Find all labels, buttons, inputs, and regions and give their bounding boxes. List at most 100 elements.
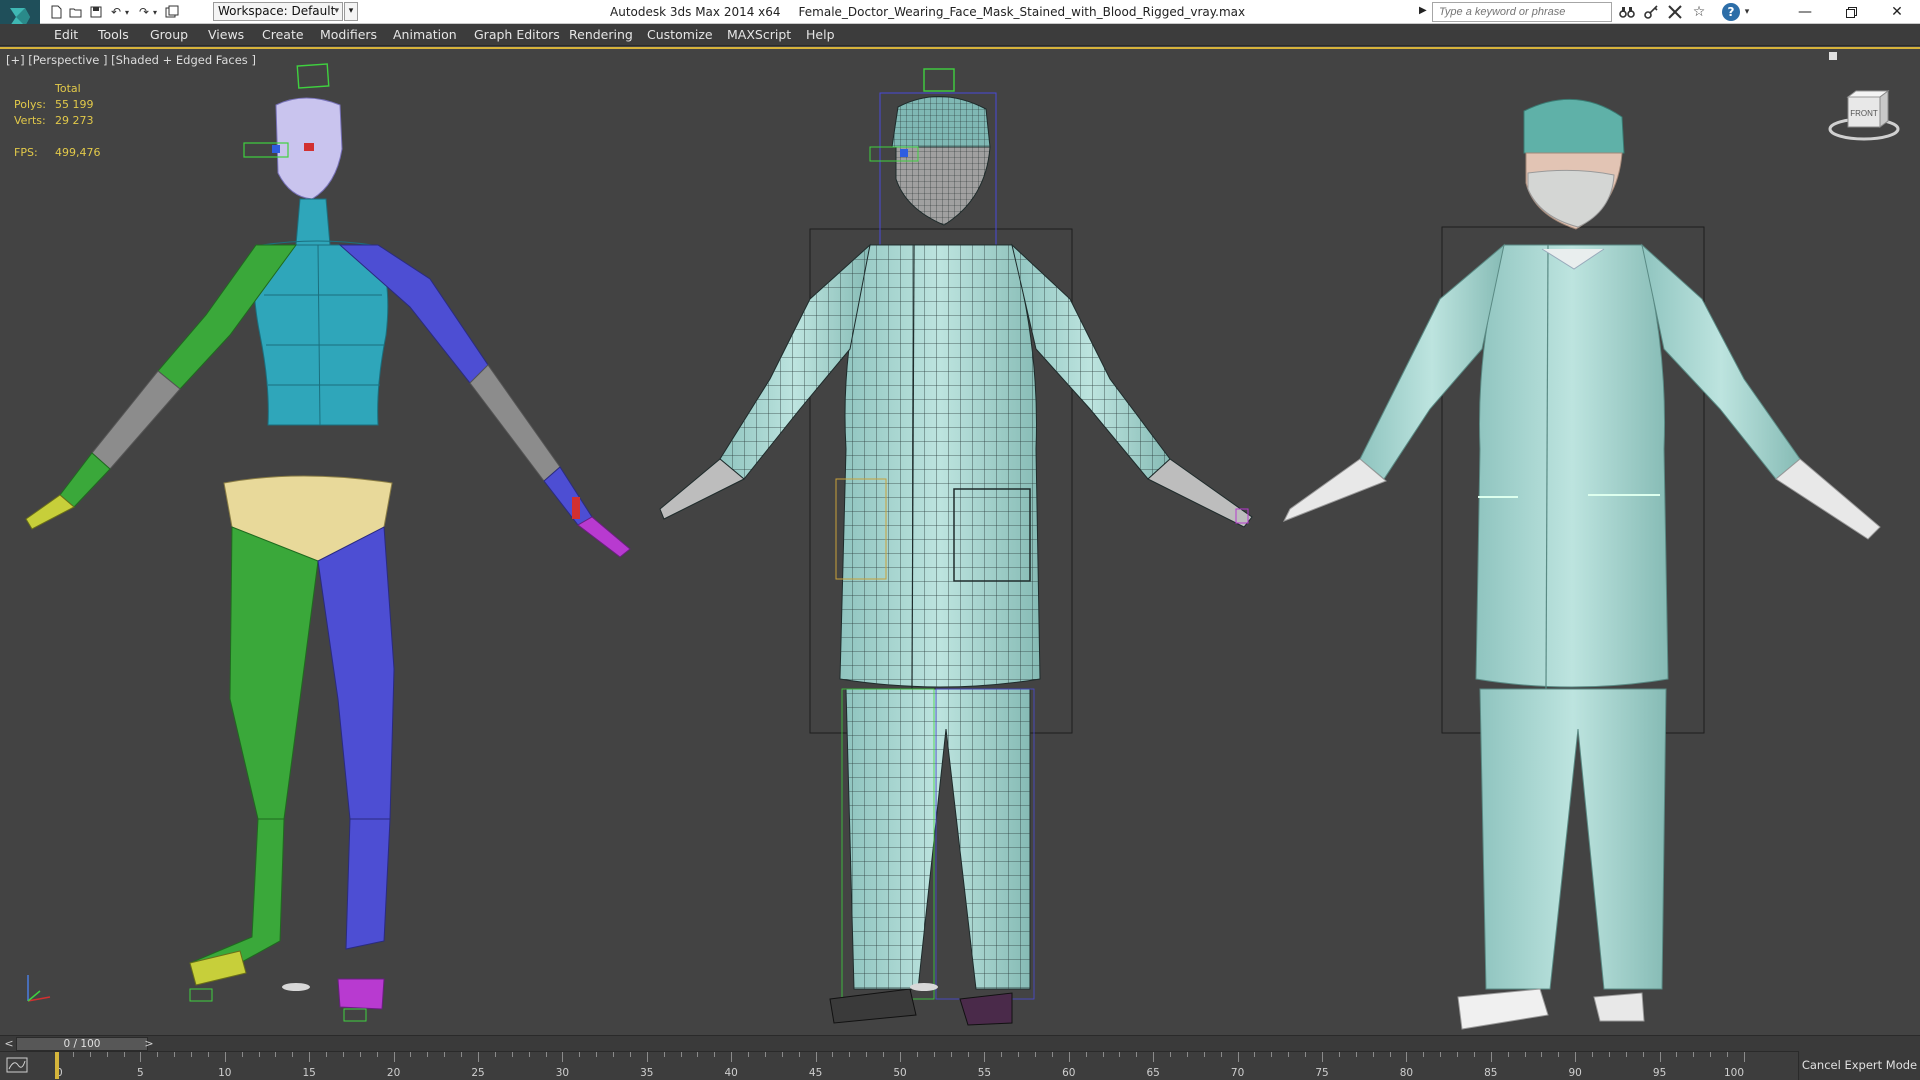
time-slider[interactable]: 0 / 100: [16, 1037, 148, 1051]
help-icon[interactable]: ?: [1722, 3, 1740, 21]
menu-tools[interactable]: Tools: [98, 24, 129, 46]
frame-tick: [410, 1052, 412, 1057]
workspace-dropdown[interactable]: Workspace: Default ▾: [213, 2, 343, 21]
frame-tick: [1035, 1052, 1037, 1057]
project-folder-icon[interactable]: [162, 3, 182, 21]
workspace-label: Workspace: Default: [218, 4, 336, 18]
frame-tick: [1541, 1052, 1543, 1057]
menu-maxscript[interactable]: MAXScript: [727, 24, 791, 46]
menu-create[interactable]: Create: [262, 24, 304, 46]
redo-dropdown-icon[interactable]: ▾: [150, 3, 160, 21]
axis-tripod-icon: [27, 975, 51, 1002]
frame-tick: [1676, 1052, 1678, 1057]
time-prev-icon[interactable]: <: [2, 1036, 16, 1052]
key-icon[interactable]: [1640, 2, 1662, 22]
frame-tick: [579, 1052, 581, 1057]
frame-tick-label: 65: [1146, 1067, 1160, 1079]
frame-tick: [528, 1052, 530, 1057]
search-expand-icon[interactable]: ▶: [1419, 5, 1427, 16]
frame-tick: [494, 1052, 496, 1057]
menu-modifiers[interactable]: Modifiers: [320, 24, 377, 46]
current-frame-marker[interactable]: [55, 1052, 59, 1079]
frame-tick: [781, 1052, 783, 1057]
menu-rendering[interactable]: Rendering: [569, 24, 633, 46]
frame-tick: [731, 1052, 733, 1062]
frame-tick: [1102, 1052, 1104, 1057]
frame-tick: [511, 1052, 513, 1057]
frame-tick: [697, 1052, 699, 1057]
workspace-menu-button[interactable]: ▾: [344, 2, 358, 21]
frame-tick: [916, 1052, 918, 1057]
frame-tick: [748, 1052, 750, 1057]
scene-canvas[interactable]: [0, 49, 1920, 1035]
menu-views[interactable]: Views: [208, 24, 244, 46]
frame-tick: [967, 1052, 969, 1057]
frame-tick: [680, 1052, 682, 1057]
frame-tick: [613, 1052, 615, 1057]
frame-tick: [1001, 1052, 1003, 1057]
frame-tick: [1203, 1052, 1205, 1057]
wireframe-doctor-model[interactable]: [659, 68, 1253, 1026]
frame-tick-label: 20: [386, 1067, 401, 1079]
frame-tick: [1423, 1052, 1425, 1057]
frame-tick: [1288, 1052, 1290, 1057]
frame-tick-label: 35: [640, 1067, 654, 1079]
frame-tick: [427, 1052, 429, 1057]
menu-edit[interactable]: Edit: [54, 24, 78, 46]
cancel-expert-mode-button[interactable]: Cancel Expert Mode: [1798, 1051, 1920, 1080]
menu-graph-editors[interactable]: Graph Editors: [474, 24, 560, 46]
undo-dropdown-icon[interactable]: ▾: [122, 3, 132, 21]
frame-tick-label: 80: [1399, 1067, 1414, 1079]
menu-customize[interactable]: Customize: [647, 24, 713, 46]
frame-ruler[interactable]: 0 5 10 15 20 25 30 35 40 45 50 55 60 65 70 75 80 85 90 95 10…: [56, 1052, 1745, 1080]
frame-tick: [1254, 1052, 1256, 1057]
frame-tick: [1170, 1052, 1172, 1057]
close-icon[interactable]: ✕: [1874, 0, 1920, 24]
frame-tick: [849, 1052, 851, 1057]
frame-tick: [1220, 1052, 1222, 1057]
new-file-icon[interactable]: [46, 3, 66, 21]
shaded-doctor-model[interactable]: [1282, 98, 1881, 1030]
frame-tick: [275, 1052, 277, 1057]
frame-tick: [1744, 1052, 1745, 1062]
frame-tick: [123, 1052, 125, 1057]
frame-tick: [478, 1052, 479, 1062]
frame-tick: [1440, 1052, 1442, 1057]
help-dropdown-icon[interactable]: ▾: [1742, 2, 1752, 22]
restore-icon[interactable]: [1828, 0, 1874, 24]
search-input[interactable]: [1432, 2, 1612, 22]
time-next-icon[interactable]: >: [142, 1036, 156, 1052]
frame-tick: [663, 1052, 665, 1057]
menu-animation[interactable]: Animation: [393, 24, 457, 46]
minimize-icon[interactable]: —: [1782, 0, 1828, 24]
frame-tick: [950, 1052, 952, 1057]
frame-tick: [1473, 1052, 1475, 1057]
frame-tick: [1237, 1052, 1239, 1062]
time-slider-bar: < 0 / 100 >: [0, 1035, 1920, 1051]
star-icon[interactable]: ☆: [1688, 2, 1710, 22]
curve-editor-icon[interactable]: [6, 1057, 36, 1077]
open-folder-icon[interactable]: [66, 3, 86, 21]
frame-tick-label: 50: [893, 1067, 907, 1079]
menu-group[interactable]: Group: [150, 24, 188, 46]
frame-tick: [646, 1052, 648, 1062]
frame-tick: [900, 1052, 901, 1062]
rigged-figure-skin-weights[interactable]: [25, 63, 631, 1022]
frame-tick-label: 55: [977, 1067, 992, 1079]
menu-help[interactable]: Help: [806, 24, 835, 46]
perspective-viewport[interactable]: [+] [Perspective ] [Shaded + Edged Faces…: [0, 47, 1920, 1035]
frame-tick: [866, 1052, 868, 1057]
binoculars-icon[interactable]: [1616, 2, 1638, 22]
frame-tick: [714, 1052, 716, 1057]
frame-tick: [764, 1052, 766, 1057]
frame-tick: [376, 1052, 378, 1057]
frame-tick: [933, 1052, 935, 1057]
save-icon[interactable]: [86, 3, 106, 21]
track-bar[interactable]: 0 5 10 15 20 25 30 35 40 45 50 55 60 65 70 75 80 85 90 95 10…: [0, 1051, 1920, 1080]
frame-tick: [1051, 1052, 1053, 1057]
autodesk-exchange-icon[interactable]: [1664, 2, 1686, 22]
frame-tick: [359, 1052, 361, 1057]
frame-tick: [140, 1052, 142, 1062]
frame-tick: [1625, 1052, 1627, 1057]
frame-tick: [798, 1052, 800, 1057]
